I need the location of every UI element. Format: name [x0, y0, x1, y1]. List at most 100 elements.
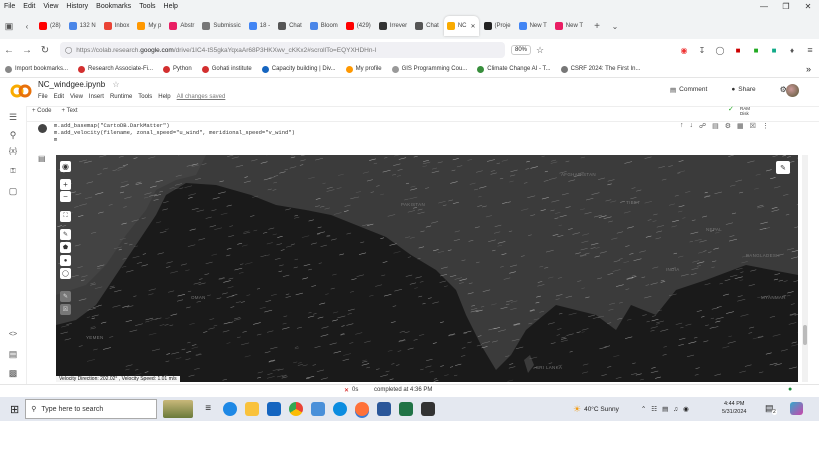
colab-logo[interactable]: [10, 84, 32, 98]
pocket-icon[interactable]: ◉: [675, 46, 693, 55]
url-bar[interactable]: ◯ https://colab.research. google.com/driv…: [60, 42, 505, 58]
secrets-key-icon[interactable]: ⚿: [7, 168, 19, 176]
menu-tools[interactable]: Tools: [135, 3, 159, 10]
battery-icon[interactable]: ▤: [662, 405, 668, 413]
save-status[interactable]: All changes saved: [177, 94, 226, 100]
bookmark-item[interactable]: My profile: [341, 65, 387, 73]
bookmark-item[interactable]: Import bookmarks...: [0, 65, 73, 73]
landscape-thumbnail[interactable]: [163, 400, 194, 418]
close-window-button[interactable]: ✕: [797, 0, 819, 13]
move-down-icon[interactable]: ↓: [690, 122, 694, 130]
star-icon[interactable]: ☆: [531, 45, 549, 56]
reload-button[interactable]: ↻: [36, 45, 54, 56]
tab[interactable]: 18 -: [246, 16, 273, 36]
bookmarks-overflow-icon[interactable]: »: [806, 64, 811, 74]
menu-edit[interactable]: Edit: [19, 3, 39, 10]
avatar[interactable]: [786, 84, 799, 97]
tab-scroll-left-icon[interactable]: ‹: [18, 22, 36, 31]
word-app-icon[interactable]: [377, 402, 392, 416]
tab[interactable]: Submissic: [199, 16, 243, 36]
variables-icon[interactable]: {x}: [7, 148, 19, 155]
menu-view[interactable]: View: [39, 3, 62, 10]
bookmark-item[interactable]: GIS Programming Cou...: [387, 65, 473, 73]
edge-app-icon[interactable]: [333, 402, 348, 416]
windows-start-icon[interactable]: ⊞: [10, 403, 19, 416]
add-code-button[interactable]: + Code: [32, 108, 52, 114]
cell-settings-icon[interactable]: ⚙: [725, 122, 731, 130]
code-cell[interactable]: m.add_basemap("CartoDB.DarkMatter") m.ad…: [54, 122, 295, 143]
command-palette-icon[interactable]: ▤: [7, 349, 19, 360]
draw-line-icon[interactable]: ✎: [60, 229, 71, 240]
runtime-connected-icon[interactable]: ●: [788, 386, 792, 393]
maximize-button[interactable]: ❐: [775, 0, 797, 13]
download-icon[interactable]: ↧: [693, 46, 711, 55]
tab[interactable]: 132 N: [66, 16, 99, 36]
bookmark-item[interactable]: Capacity building | Div...: [257, 65, 341, 73]
colab-menu-insert[interactable]: Insert: [89, 94, 104, 100]
tab-overview-icon[interactable]: ▣: [0, 21, 18, 32]
bookmark-item[interactable]: Gohati institute: [197, 65, 257, 73]
colab-menu-file[interactable]: File: [38, 94, 48, 100]
tab[interactable]: Abstr: [166, 16, 197, 36]
copilot-icon[interactable]: [790, 402, 803, 415]
settings-app-icon[interactable]: [267, 402, 282, 416]
run-cell-button[interactable]: [38, 124, 47, 133]
tab[interactable]: (28): [36, 16, 64, 36]
extensions-icon[interactable]: ♦: [783, 46, 801, 55]
terminal-icon[interactable]: ▩: [7, 368, 19, 379]
layers-control-icon[interactable]: ◉: [60, 161, 71, 172]
extension-red-icon[interactable]: ■: [729, 46, 747, 55]
move-up-icon[interactable]: ↑: [680, 122, 684, 130]
delete-layers-icon[interactable]: ☒: [60, 304, 71, 315]
zoom-in-button[interactable]: +: [60, 179, 71, 190]
draw-polygon-icon[interactable]: ⬟: [60, 242, 71, 253]
menu-bookmarks[interactable]: Bookmarks: [92, 3, 135, 10]
photos-app-icon[interactable]: [311, 402, 326, 416]
tab[interactable]: Irrever: [376, 16, 410, 36]
excel-app-icon[interactable]: [399, 402, 414, 416]
volume-icon[interactable]: ♫: [673, 406, 678, 413]
tab[interactable]: (Proje: [481, 16, 514, 36]
edit-layers-icon[interactable]: ✎: [60, 291, 71, 302]
chrome-app-icon[interactable]: [289, 402, 304, 416]
browser-app-icon[interactable]: [223, 402, 238, 416]
zoom-level[interactable]: 80%: [511, 45, 532, 55]
extension-green-icon[interactable]: ■: [747, 46, 765, 55]
extension-teal-icon[interactable]: ■: [765, 46, 783, 55]
link-icon[interactable]: ☍: [699, 122, 706, 130]
add-text-button[interactable]: + Text: [62, 108, 78, 114]
comment-button[interactable]: ▤ Comment: [670, 86, 719, 94]
menu-help[interactable]: Help: [160, 3, 182, 10]
map-toolbar-wrench-icon[interactable]: ✎: [776, 161, 790, 174]
firefox-app-icon[interactable]: [355, 402, 370, 416]
tab-close-icon[interactable]: ✕: [471, 23, 476, 30]
task-view-icon[interactable]: ≡: [201, 402, 215, 416]
shield-icon[interactable]: ◯: [65, 46, 72, 54]
status-x-icon[interactable]: ✕: [344, 387, 349, 394]
account-icon[interactable]: ◯: [711, 46, 729, 55]
menu-history[interactable]: History: [62, 3, 92, 10]
tab-list-dropdown-icon[interactable]: ⌄: [606, 22, 624, 31]
files-folder-icon[interactable]: ▢: [7, 186, 19, 197]
search-icon[interactable]: ⚲: [7, 130, 19, 141]
tab-active[interactable]: NC ✕: [443, 16, 479, 36]
mirror-cell-icon[interactable]: ▦: [737, 122, 744, 130]
weather-sun-icon[interactable]: ☀: [573, 404, 581, 415]
network-icon[interactable]: ☷: [651, 405, 657, 413]
tab[interactable]: Chat: [275, 16, 305, 36]
new-tab-button[interactable]: +: [588, 21, 606, 32]
code-snippets-icon[interactable]: <>: [7, 331, 19, 338]
share-button[interactable]: ● Share: [731, 86, 767, 93]
bookmark-item[interactable]: Python: [158, 65, 197, 73]
velocity-map[interactable]: ◉ + − ⛶ ✎ ⬟ ● ◯ ✎ ☒ ✎ AFGHANISTAN PAKIST…: [56, 155, 798, 382]
star-notebook-icon[interactable]: ☆: [112, 80, 119, 89]
colab-menu-edit[interactable]: Edit: [54, 94, 64, 100]
colab-menu-view[interactable]: View: [70, 94, 83, 100]
tab[interactable]: (429): [343, 16, 374, 36]
draw-circle-icon[interactable]: ◯: [60, 268, 71, 279]
menu-file[interactable]: File: [0, 3, 19, 10]
system-clock[interactable]: 4:44 PM 5/31/2024: [722, 400, 746, 416]
bookmark-item[interactable]: Research Associate-Fi...: [73, 65, 158, 73]
resource-monitor[interactable]: ✓ RAM Disk: [728, 106, 750, 116]
delete-cell-icon[interactable]: ☒: [750, 122, 756, 130]
